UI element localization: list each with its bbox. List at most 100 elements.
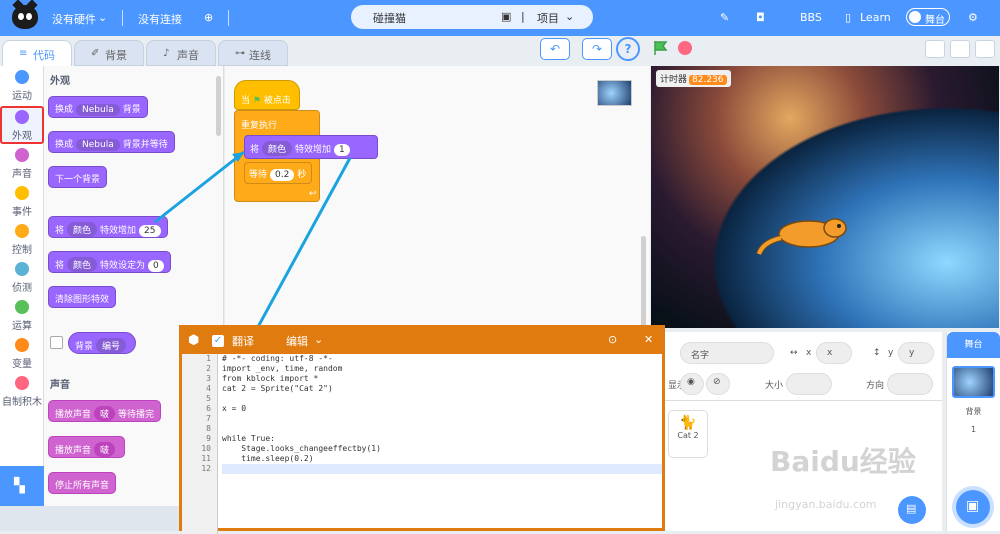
block-clear-effects[interactable]: 清除图形特效 [48, 286, 117, 308]
tab-wiring[interactable]: ⊶ 连线 [218, 40, 288, 66]
effect-dropdown[interactable]: 颜色 [262, 141, 293, 156]
block-switch-backdrop-wait[interactable]: 换成 Nebula 背景并等待 [48, 131, 175, 153]
gear-icon[interactable]: ⚙ [968, 11, 978, 24]
code-line[interactable] [222, 414, 662, 424]
when-flag-clicked-block[interactable]: 当 ⚑ 被点击 [234, 80, 300, 110]
effect-amount-input[interactable]: 25 [139, 225, 161, 237]
palette-scrollbar[interactable] [216, 76, 221, 136]
wait-seconds-input[interactable]: 0.2 [270, 169, 295, 181]
add-sprite-button[interactable]: ▤ [898, 496, 926, 524]
change-effect-block[interactable]: 将颜色 特效增加 1 [244, 135, 378, 159]
project-menu[interactable]: 项目 [537, 10, 559, 26]
category-label: 侦测 [12, 283, 32, 294]
tab-sound[interactable]: ♪ 声音 [146, 40, 216, 66]
cat-sprite[interactable] [751, 206, 851, 266]
sprite-thumbnail[interactable]: 🐈 Cat 2 [668, 410, 708, 458]
show-sprite-button[interactable]: ◉ [680, 373, 704, 395]
tab-code[interactable]: ≡ 代码 [2, 40, 72, 66]
edit-pen-icon[interactable]: ✎ [720, 11, 729, 24]
direction-field[interactable] [887, 373, 933, 395]
category-operators[interactable]: 运算 [0, 300, 44, 332]
category-my-blocks[interactable]: 自制积木 [0, 376, 44, 408]
effect-amount-input[interactable]: 1 [334, 144, 350, 156]
block-play-sound[interactable]: 播放声音啵 [48, 436, 126, 458]
add-backdrop-button[interactable]: ▣ [956, 490, 990, 524]
stage-toggle[interactable]: 舞台 [906, 8, 950, 26]
code-line[interactable]: time.sleep(0.2) [222, 454, 662, 464]
bbs-link[interactable]: BBS [800, 11, 822, 24]
stage-canvas[interactable]: 计时器 82.236 [651, 66, 999, 328]
code-line[interactable]: import _env, time, random [222, 364, 662, 374]
fullscreen-button[interactable] [975, 40, 995, 58]
sound-dropdown[interactable]: 啵 [94, 442, 116, 457]
code-line[interactable]: cat 2 = Sprite("Cat 2") [222, 384, 662, 394]
backdrop-dropdown[interactable]: Nebula [76, 104, 120, 116]
run-icon[interactable]: ⊙ [608, 333, 617, 346]
category-control[interactable]: 控制 [0, 224, 44, 256]
block-change-effect[interactable]: 将颜色 特效增加 25 [48, 216, 168, 238]
category-events[interactable]: 事件 [0, 186, 44, 218]
stop-icon[interactable] [678, 41, 692, 55]
effect-value-input[interactable]: 0 [148, 260, 164, 272]
size-field[interactable] [786, 373, 832, 395]
lock-icon: ▤ [906, 502, 917, 515]
category-motion[interactable]: 运动 [0, 70, 44, 102]
close-icon[interactable]: ✕ [644, 333, 653, 346]
code-line[interactable]: from kblock import * [222, 374, 662, 384]
reporter-checkbox[interactable] [50, 336, 63, 349]
globe-icon[interactable]: ⊕ [204, 11, 213, 24]
help-button[interactable]: ? [616, 37, 640, 61]
block-switch-backdrop[interactable]: 换成 Nebula 背景 [48, 96, 148, 118]
x-position-value: x [827, 348, 833, 358]
hide-sprite-button[interactable]: ⊘ [706, 373, 730, 395]
save-icon[interactable]: ▣ [501, 10, 511, 23]
block-stop-all-sounds[interactable]: 停止所有声音 [48, 472, 117, 494]
translate-checkbox[interactable]: ✓ [212, 335, 224, 347]
hardware-menu[interactable]: 没有硬件 [52, 11, 96, 27]
project-name-input[interactable]: 碰撞猫 [373, 10, 406, 26]
small-stage-button[interactable] [925, 40, 945, 58]
code-line[interactable]: while True: [222, 434, 662, 444]
normal-stage-button[interactable] [950, 40, 970, 58]
category-sound[interactable]: 声音 [0, 148, 44, 180]
block-next-backdrop[interactable]: 下一个背景 [48, 166, 108, 188]
block-play-sound-wait[interactable]: 播放声音啵等待播完 [48, 400, 162, 422]
block-backdrop-number[interactable]: 背景 编号 [68, 332, 137, 354]
redo-button[interactable]: ↷ [582, 38, 612, 60]
x-position-field[interactable]: x [816, 342, 852, 364]
size-label: 大小 [765, 381, 784, 391]
edit-menu[interactable]: 编辑 [286, 333, 308, 349]
backdrop-dropdown[interactable]: Nebula [76, 139, 120, 151]
code-line[interactable] [222, 394, 662, 404]
sound-dropdown[interactable]: 啵 [94, 406, 116, 421]
block-set-effect[interactable]: 将颜色 特效设定为 0 [48, 251, 171, 273]
code-line[interactable]: x = 0 [222, 404, 662, 414]
image-icon: ▣ [966, 498, 980, 514]
code-line[interactable]: Stage.looks_changeeffectby(1) [222, 444, 662, 454]
undo-button[interactable]: ↶ [540, 38, 570, 60]
loop-arrow-icon: ↩ [309, 189, 317, 199]
sprite-name-field[interactable]: 名字 [680, 342, 774, 364]
code-line[interactable]: # -*- coding: utf-8 -*- [222, 354, 662, 364]
add-extension-button[interactable]: ▚ [0, 466, 44, 506]
y-position-field[interactable]: y [898, 342, 934, 364]
tab-backdrop[interactable]: ✐ 背景 [74, 40, 144, 66]
sprite-name-value: 名字 [691, 351, 710, 361]
effect-dropdown[interactable]: 颜色 [67, 257, 98, 272]
learn-link[interactable]: Learn [860, 11, 891, 24]
code-editor[interactable]: # -*- coding: utf-8 -*- import _env, time… [222, 354, 662, 474]
category-looks[interactable]: 外观 [0, 106, 44, 144]
wait-block[interactable]: 等待 0.2 秒 [244, 162, 312, 184]
green-flag-icon[interactable] [653, 40, 669, 56]
translate-label[interactable]: 翻译 [232, 333, 254, 349]
backdrop-thumbnail[interactable] [952, 366, 995, 398]
code-line[interactable] [222, 464, 662, 474]
cat-logo-icon[interactable] [12, 5, 38, 29]
code-line[interactable] [222, 424, 662, 434]
effect-dropdown[interactable]: 颜色 [67, 222, 98, 237]
camera-icon[interactable]: ◘ [756, 11, 765, 24]
category-variables[interactable]: 变量 [0, 338, 44, 370]
category-sensing[interactable]: 侦测 [0, 262, 44, 294]
connection-status[interactable]: 没有连接 [138, 11, 182, 27]
number-dropdown[interactable]: 编号 [96, 338, 127, 353]
